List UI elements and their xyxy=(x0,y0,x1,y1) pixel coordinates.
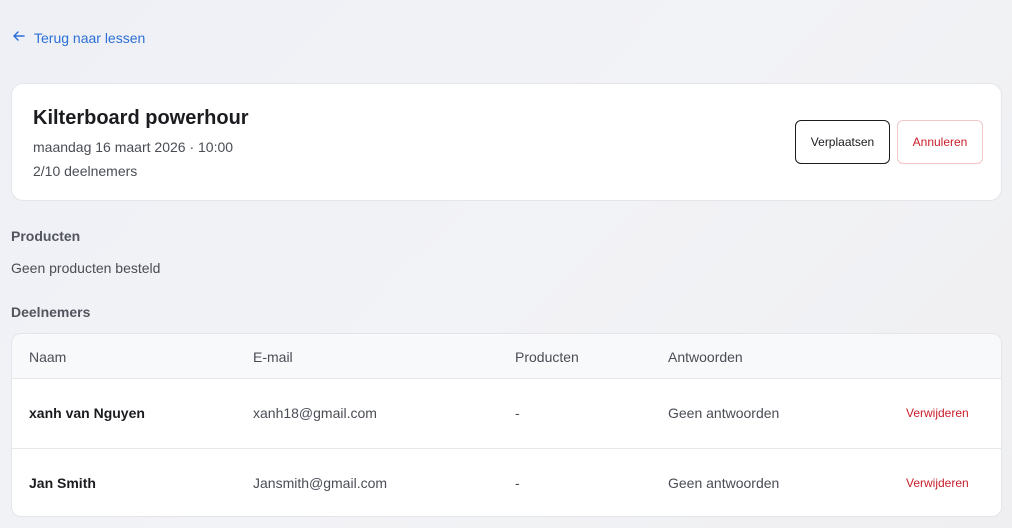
lesson-title: Kilterboard powerhour xyxy=(33,107,249,129)
column-header-name: Naam xyxy=(29,349,67,365)
participant-email: xanh18@gmail.com xyxy=(253,405,377,421)
reschedule-button[interactable]: Verplaatsen xyxy=(795,120,890,164)
participant-name: xanh van Nguyen xyxy=(29,405,145,421)
back-to-lessons-link[interactable]: Terug naar lessen xyxy=(12,29,145,46)
table-row: xanh van Nguyen xanh18@gmail.com - Geen … xyxy=(12,379,1001,448)
lesson-datetime: maandag 16 maart 2026 · 10:00 xyxy=(33,139,234,155)
remove-participant-button[interactable]: Verwijderen xyxy=(906,406,969,420)
lesson-card: Kilterboard powerhour maandag 16 maart 2… xyxy=(11,83,1002,201)
remove-participant-button[interactable]: Verwijderen xyxy=(906,476,969,490)
cancel-lesson-button[interactable]: Annuleren xyxy=(897,120,983,164)
back-link-label: Terug naar lessen xyxy=(34,29,146,46)
column-header-email: E-mail xyxy=(253,349,293,365)
lesson-participant-count: 2/10 deelnemers xyxy=(33,163,138,179)
arrow-left-icon xyxy=(12,29,26,46)
table-header: Naam E-mail Producten Antwoorden xyxy=(12,334,1001,379)
participants-table: Naam E-mail Producten Antwoorden xanh va… xyxy=(11,333,1002,517)
table-row: Jan Smith Jansmith@gmail.com - Geen antw… xyxy=(12,448,1001,516)
participants-heading: Deelnemers xyxy=(11,304,91,320)
participant-email: Jansmith@gmail.com xyxy=(253,475,388,491)
participant-answers: Geen antwoorden xyxy=(668,475,780,491)
products-heading: Producten xyxy=(11,228,81,244)
participant-products: - xyxy=(515,475,520,491)
column-header-answers: Antwoorden xyxy=(668,349,743,365)
participant-products: - xyxy=(515,405,520,421)
participant-name: Jan Smith xyxy=(29,475,96,491)
column-header-products: Producten xyxy=(515,349,579,365)
products-empty-text: Geen producten besteld xyxy=(11,260,161,276)
participant-answers: Geen antwoorden xyxy=(668,405,780,421)
